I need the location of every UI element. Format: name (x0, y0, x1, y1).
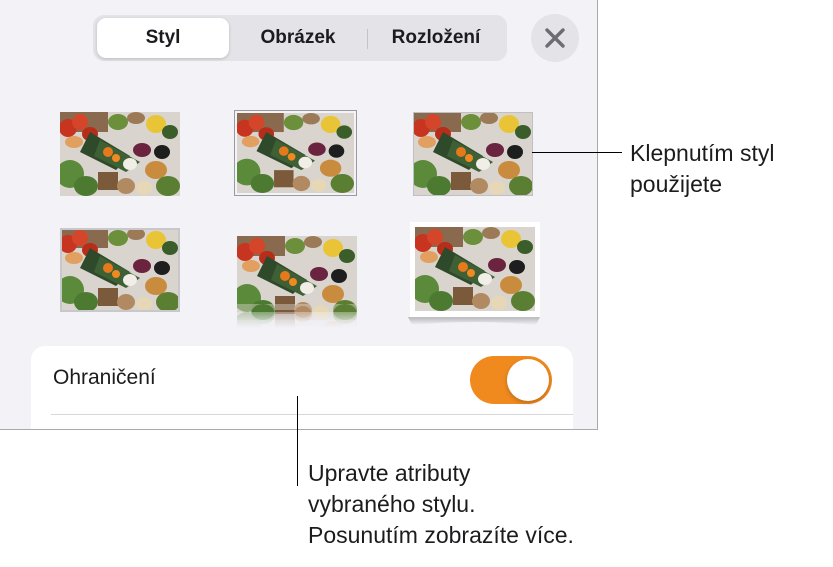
tab-obrazek[interactable]: Obrázek (229, 18, 367, 58)
tab-bar: Styl Obrázek Rozložení (93, 15, 507, 61)
style-preset-thin-border[interactable] (413, 112, 533, 196)
style-panel: Styl Obrázek Rozložení Ohraničení (0, 0, 598, 430)
callout-style-line1: Klepnutím styl (630, 140, 775, 166)
callout-style-line2: použijete (630, 171, 723, 197)
close-button[interactable] (531, 14, 579, 62)
callout-line-style (532, 152, 622, 153)
close-icon (545, 28, 565, 48)
tab-rozlozeni[interactable]: Rozložení (368, 18, 504, 58)
style-preset-plain[interactable] (60, 112, 180, 196)
style-preset-framed[interactable] (60, 228, 180, 312)
border-label: Ohraničení (53, 366, 156, 389)
curled-shadow (408, 317, 540, 325)
food-photo-thumbnail (60, 228, 180, 312)
toggle-knob (507, 359, 549, 401)
style-preset-reflection[interactable] (237, 228, 357, 328)
style-preset-selected[interactable] (237, 113, 354, 193)
food-photo-thumbnail (237, 113, 354, 193)
callout-attributes-line2: vybraného stylu. (308, 491, 476, 517)
food-photo-thumbnail (410, 222, 540, 318)
food-photo-thumbnail (413, 112, 533, 196)
callout-attributes: Upravte atributy vybraného stylu. Posunu… (308, 458, 574, 551)
callout-style-tap: Klepnutím styl použijete (630, 138, 774, 200)
callout-attributes-line1: Upravte atributy (308, 460, 471, 486)
row-divider (51, 414, 573, 415)
style-preset-curled-shadow[interactable] (410, 222, 540, 318)
border-toggle[interactable] (470, 356, 552, 404)
callout-line-attributes (297, 396, 298, 486)
callout-attributes-line3: Posunutím zobrazíte více. (308, 522, 574, 548)
tab-styl[interactable]: Styl (97, 18, 229, 58)
food-photo-thumbnail (237, 228, 357, 328)
food-photo-thumbnail (60, 112, 180, 196)
border-settings-card: Ohraničení (31, 346, 573, 429)
